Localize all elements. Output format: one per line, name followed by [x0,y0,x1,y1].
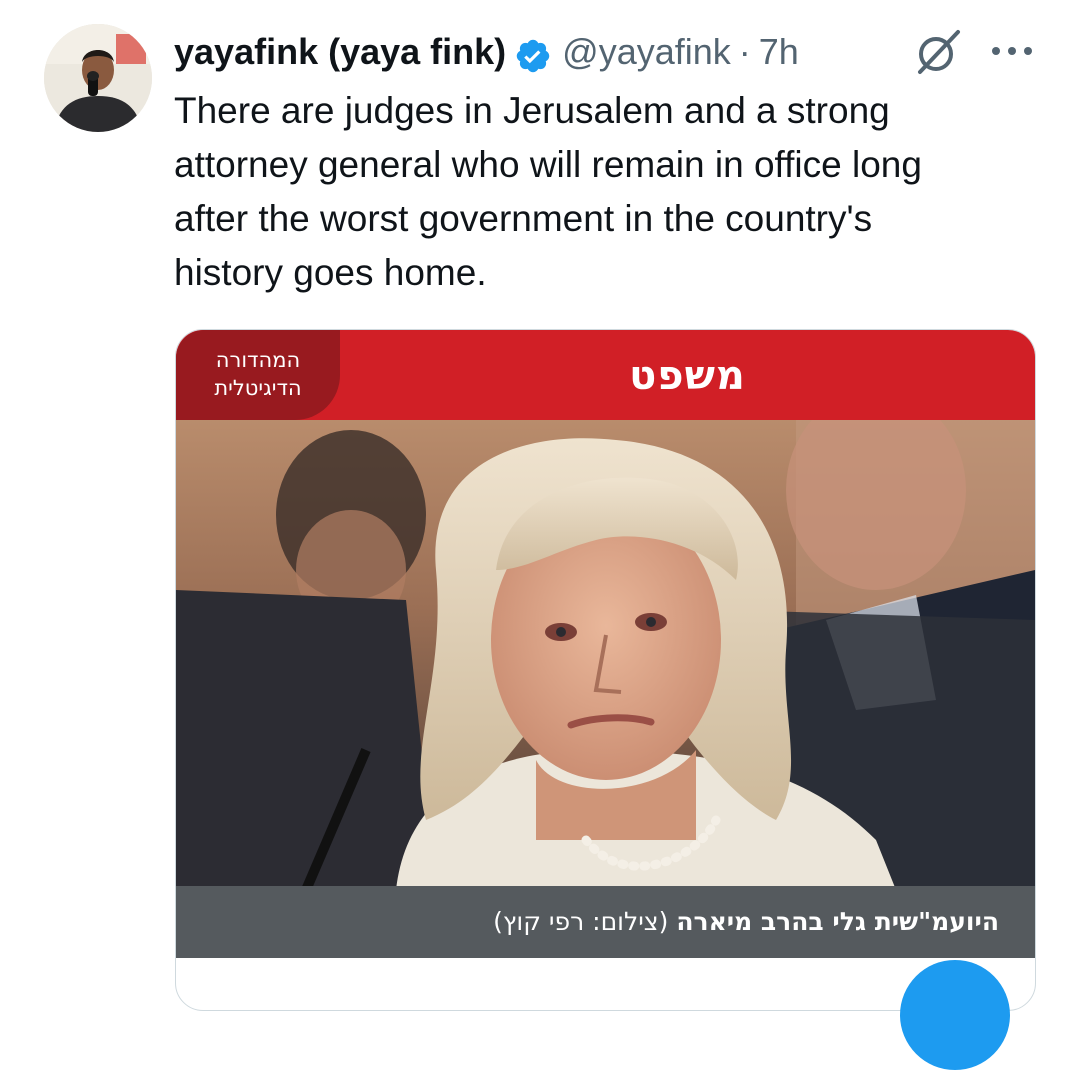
media-card[interactable]: המהדורה הדיגיטלית משפט היועמ"שית גלי בהר… [175,329,1036,1011]
tweet[interactable]: yayafink (yaya fink) @yayafink · 7h Ther… [0,0,1080,1070]
compose-button[interactable] [900,960,1010,1070]
avatar[interactable] [44,24,152,132]
tweet-header: yayafink (yaya fink) @yayafink · 7h [174,22,799,82]
section-title: משפט [629,353,746,399]
timestamp[interactable]: 7h [759,22,799,82]
section-banner: המהדורה הדיגיטלית משפט [176,330,1035,420]
verified-badge-icon [514,33,552,73]
news-photo [176,420,1035,890]
edition-badge: המהדורה הדיגיטלית [176,330,340,420]
grok-slash-icon[interactable] [912,26,964,78]
caption-name: היועמ"שית גלי בהרב מיארה [676,907,999,936]
tweet-text: There are judges in Jerusalem and a stro… [174,90,922,293]
separator: · [738,31,751,72]
caption-credit: (צילום: רפי קוץ) [493,907,669,936]
display-name[interactable]: yayafink (yaya fink) [174,22,506,82]
more-dots-icon[interactable] [990,36,1034,66]
photo-caption: היועמ"שית גלי בהרב מיארה (צילום: רפי קוץ… [176,886,1035,958]
handle[interactable]: @yayafink [562,22,731,82]
edition-badge-text: המהדורה הדיגיטלית [214,348,302,400]
